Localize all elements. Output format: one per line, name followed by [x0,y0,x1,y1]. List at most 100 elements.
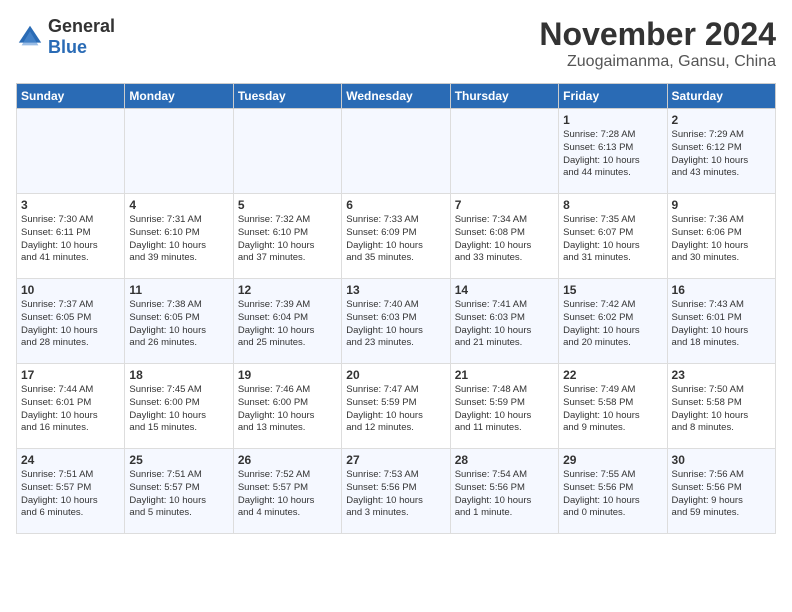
day-info: Sunrise: 7:34 AM Sunset: 6:08 PM Dayligh… [455,214,554,265]
calendar-cell [342,109,450,194]
calendar-cell: 20 Sunrise: 7:47 AM Sunset: 5:59 PM Dayli… [342,364,450,449]
day-header-saturday: Saturday [667,84,775,109]
day-number: 27 [346,453,445,467]
day-info: Sunrise: 7:32 AM Sunset: 6:10 PM Dayligh… [238,214,337,265]
day-number: 17 [21,368,120,382]
day-info: Sunrise: 7:40 AM Sunset: 6:03 PM Dayligh… [346,299,445,350]
calendar-cell: 1 Sunrise: 7:28 AM Sunset: 6:13 PM Daylig… [559,109,667,194]
calendar-cell: 26 Sunrise: 7:52 AM Sunset: 5:57 PM Dayli… [233,449,341,534]
day-number: 11 [129,283,228,297]
day-number: 6 [346,198,445,212]
calendar-week-2: 3Sunrise: 7:30 AM Sunset: 6:11 PM Daylig… [17,194,776,279]
day-info: Sunrise: 7:29 AM Sunset: 6:12 PM Dayligh… [672,129,771,180]
calendar-cell: 3Sunrise: 7:30 AM Sunset: 6:11 PM Daylig… [17,194,125,279]
calendar-cell: 22 Sunrise: 7:49 AM Sunset: 5:58 PM Dayli… [559,364,667,449]
day-info: Sunrise: 7:38 AM Sunset: 6:05 PM Dayligh… [129,299,228,350]
calendar-cell: 15 Sunrise: 7:42 AM Sunset: 6:02 PM Dayli… [559,279,667,364]
calendar-cell: 29Sunrise: 7:55 AM Sunset: 5:56 PM Dayli… [559,449,667,534]
calendar-cell: 18 Sunrise: 7:45 AM Sunset: 6:00 PM Dayli… [125,364,233,449]
day-info: Sunrise: 7:49 AM Sunset: 5:58 PM Dayligh… [563,384,662,435]
calendar-cell [17,109,125,194]
day-number: 30 [672,453,771,467]
logo-icon [16,23,44,51]
day-info: Sunrise: 7:42 AM Sunset: 6:02 PM Dayligh… [563,299,662,350]
calendar-table: SundayMondayTuesdayWednesdayThursdayFrid… [16,83,776,534]
calendar-cell: 4 Sunrise: 7:31 AM Sunset: 6:10 PM Daylig… [125,194,233,279]
day-info: Sunrise: 7:46 AM Sunset: 6:00 PM Dayligh… [238,384,337,435]
calendar-cell: 11 Sunrise: 7:38 AM Sunset: 6:05 PM Dayli… [125,279,233,364]
day-number: 22 [563,368,662,382]
day-number: 14 [455,283,554,297]
day-info: Sunrise: 7:39 AM Sunset: 6:04 PM Dayligh… [238,299,337,350]
day-info: Sunrise: 7:52 AM Sunset: 5:57 PM Dayligh… [238,469,337,520]
day-info: Sunrise: 7:48 AM Sunset: 5:59 PM Dayligh… [455,384,554,435]
day-number: 4 [129,198,228,212]
day-info: Sunrise: 7:56 AM Sunset: 5:56 PM Dayligh… [672,469,771,520]
day-number: 3 [21,198,120,212]
day-info: Sunrise: 7:28 AM Sunset: 6:13 PM Dayligh… [563,129,662,180]
calendar-cell [450,109,558,194]
calendar-cell [233,109,341,194]
day-number: 7 [455,198,554,212]
calendar-cell: 13 Sunrise: 7:40 AM Sunset: 6:03 PM Dayli… [342,279,450,364]
calendar-cell: 16Sunrise: 7:43 AM Sunset: 6:01 PM Dayli… [667,279,775,364]
calendar-cell: 23 Sunrise: 7:50 AM Sunset: 5:58 PM Dayli… [667,364,775,449]
day-info: Sunrise: 7:45 AM Sunset: 6:00 PM Dayligh… [129,384,228,435]
day-number: 8 [563,198,662,212]
day-info: Sunrise: 7:47 AM Sunset: 5:59 PM Dayligh… [346,384,445,435]
day-info: Sunrise: 7:51 AM Sunset: 5:57 PM Dayligh… [129,469,228,520]
header: General Blue November 2024 Zuogaimanma, … [16,16,776,71]
day-number: 24 [21,453,120,467]
calendar-cell: 7 Sunrise: 7:34 AM Sunset: 6:08 PM Daylig… [450,194,558,279]
calendar-cell: 5 Sunrise: 7:32 AM Sunset: 6:10 PM Daylig… [233,194,341,279]
day-number: 9 [672,198,771,212]
calendar-cell: 19 Sunrise: 7:46 AM Sunset: 6:00 PM Dayli… [233,364,341,449]
calendar-header-row: SundayMondayTuesdayWednesdayThursdayFrid… [17,84,776,109]
calendar-cell: 10Sunrise: 7:37 AM Sunset: 6:05 PM Dayli… [17,279,125,364]
day-number: 25 [129,453,228,467]
calendar-cell: 30 Sunrise: 7:56 AM Sunset: 5:56 PM Dayli… [667,449,775,534]
day-info: Sunrise: 7:31 AM Sunset: 6:10 PM Dayligh… [129,214,228,265]
day-info: Sunrise: 7:54 AM Sunset: 5:56 PM Dayligh… [455,469,554,520]
calendar-body: 1 Sunrise: 7:28 AM Sunset: 6:13 PM Daylig… [17,109,776,534]
day-header-friday: Friday [559,84,667,109]
calendar-cell: 9Sunrise: 7:36 AM Sunset: 6:06 PM Daylig… [667,194,775,279]
day-number: 23 [672,368,771,382]
day-number: 5 [238,198,337,212]
day-info: Sunrise: 7:50 AM Sunset: 5:58 PM Dayligh… [672,384,771,435]
day-number: 10 [21,283,120,297]
day-number: 21 [455,368,554,382]
day-info: Sunrise: 7:51 AM Sunset: 5:57 PM Dayligh… [21,469,120,520]
day-number: 19 [238,368,337,382]
day-number: 26 [238,453,337,467]
month-title: November 2024 [539,16,776,53]
day-number: 1 [563,113,662,127]
day-number: 20 [346,368,445,382]
calendar-week-5: 24 Sunrise: 7:51 AM Sunset: 5:57 PM Dayli… [17,449,776,534]
day-info: Sunrise: 7:55 AM Sunset: 5:56 PM Dayligh… [563,469,662,520]
title-area: November 2024 Zuogaimanma, Gansu, China [539,16,776,71]
day-info: Sunrise: 7:33 AM Sunset: 6:09 PM Dayligh… [346,214,445,265]
calendar-cell: 8 Sunrise: 7:35 AM Sunset: 6:07 PM Daylig… [559,194,667,279]
calendar-cell: 2 Sunrise: 7:29 AM Sunset: 6:12 PM Daylig… [667,109,775,194]
calendar-cell: 24 Sunrise: 7:51 AM Sunset: 5:57 PM Dayli… [17,449,125,534]
logo-blue-text: Blue [48,37,87,57]
day-header-tuesday: Tuesday [233,84,341,109]
day-info: Sunrise: 7:53 AM Sunset: 5:56 PM Dayligh… [346,469,445,520]
day-number: 15 [563,283,662,297]
calendar-cell: 25 Sunrise: 7:51 AM Sunset: 5:57 PM Dayli… [125,449,233,534]
calendar-cell: 28Sunrise: 7:54 AM Sunset: 5:56 PM Dayli… [450,449,558,534]
calendar-cell: 21 Sunrise: 7:48 AM Sunset: 5:59 PM Dayli… [450,364,558,449]
calendar-week-3: 10Sunrise: 7:37 AM Sunset: 6:05 PM Dayli… [17,279,776,364]
day-header-wednesday: Wednesday [342,84,450,109]
day-header-sunday: Sunday [17,84,125,109]
day-number: 18 [129,368,228,382]
day-header-thursday: Thursday [450,84,558,109]
day-number: 2 [672,113,771,127]
day-header-monday: Monday [125,84,233,109]
day-info: Sunrise: 7:35 AM Sunset: 6:07 PM Dayligh… [563,214,662,265]
calendar-cell: 6 Sunrise: 7:33 AM Sunset: 6:09 PM Daylig… [342,194,450,279]
day-number: 13 [346,283,445,297]
calendar-week-1: 1 Sunrise: 7:28 AM Sunset: 6:13 PM Daylig… [17,109,776,194]
calendar-week-4: 17Sunrise: 7:44 AM Sunset: 6:01 PM Dayli… [17,364,776,449]
